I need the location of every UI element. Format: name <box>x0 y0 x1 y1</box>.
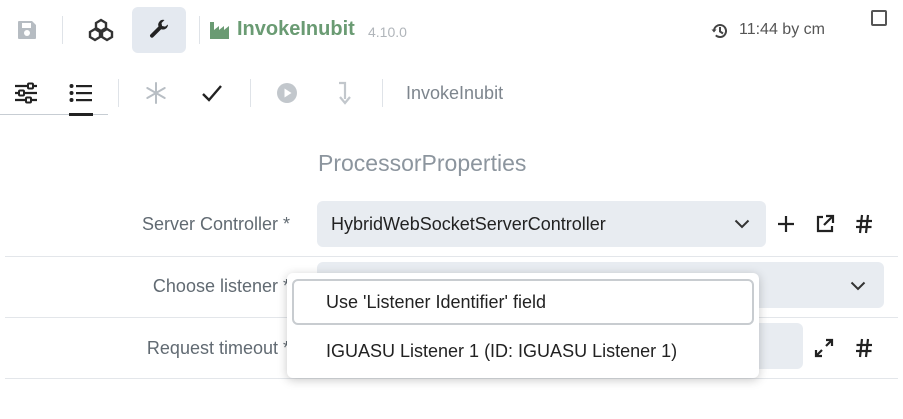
parameter-button[interactable] <box>851 335 877 361</box>
sliders-icon <box>15 82 37 104</box>
asterisk-button[interactable] <box>142 78 170 108</box>
play-circle-icon <box>277 83 297 103</box>
request-timeout-label: Request timeout * <box>146 338 290 358</box>
external-link-icon <box>816 214 835 233</box>
run-button[interactable] <box>273 78 301 108</box>
hash-icon <box>856 338 872 358</box>
cluster-icon <box>88 18 114 42</box>
factory-icon <box>210 22 229 39</box>
app-title: InvokeInubit <box>237 18 355 40</box>
save-icon <box>18 21 36 39</box>
server-controller-label: Server Controller * <box>141 214 290 234</box>
tab-properties[interactable] <box>63 78 99 108</box>
dropdown-option[interactable]: Use 'Listener Identifier' field <box>292 279 754 325</box>
chevron-down-icon <box>734 219 750 229</box>
row-divider <box>5 256 898 257</box>
expand-icon <box>814 338 834 358</box>
check-icon <box>202 85 222 102</box>
row-divider <box>5 378 898 379</box>
server-controller-select[interactable]: HybridWebSocketServerController <box>317 201 766 247</box>
plus-icon <box>778 216 794 232</box>
save-button[interactable] <box>0 7 54 53</box>
cluster-button[interactable] <box>74 7 128 53</box>
last-modified: 11:44 by cm <box>739 21 825 38</box>
choose-listener-label: Choose listener * <box>152 276 290 296</box>
parameter-button[interactable] <box>851 211 877 237</box>
dropdown-option[interactable]: IGUASU Listener 1 (ID: IGUASU Listener 1… <box>287 339 759 363</box>
select-checkbox[interactable] <box>871 10 887 26</box>
active-tab-indicator <box>69 113 93 116</box>
chevron-down-icon <box>850 281 866 291</box>
top-toolbar: InvokeInubit 4.10.0 11:44 by cm <box>0 0 903 60</box>
add-controller-button[interactable] <box>773 211 799 237</box>
configure-button[interactable] <box>132 7 186 53</box>
step-into-button[interactable] <box>329 78 357 108</box>
tab-settings[interactable] <box>8 78 44 108</box>
list-icon <box>69 84 92 102</box>
open-controller-button[interactable] <box>812 211 838 237</box>
expand-editor-button[interactable] <box>811 335 837 361</box>
step-into-icon <box>339 81 351 105</box>
server-controller-value: HybridWebSocketServerController <box>331 214 606 234</box>
hash-icon <box>856 214 872 234</box>
listener-dropdown: Use 'Listener Identifier' field IGUASU L… <box>287 273 759 378</box>
breadcrumb: InvokeInubit <box>406 83 504 103</box>
version-label: 4.10.0 <box>368 24 407 40</box>
validate-button[interactable] <box>198 78 226 108</box>
asterisk-icon <box>146 82 166 104</box>
section-title: ProcessorProperties <box>318 150 527 176</box>
wrench-icon <box>150 19 169 38</box>
history-icon <box>711 24 727 38</box>
